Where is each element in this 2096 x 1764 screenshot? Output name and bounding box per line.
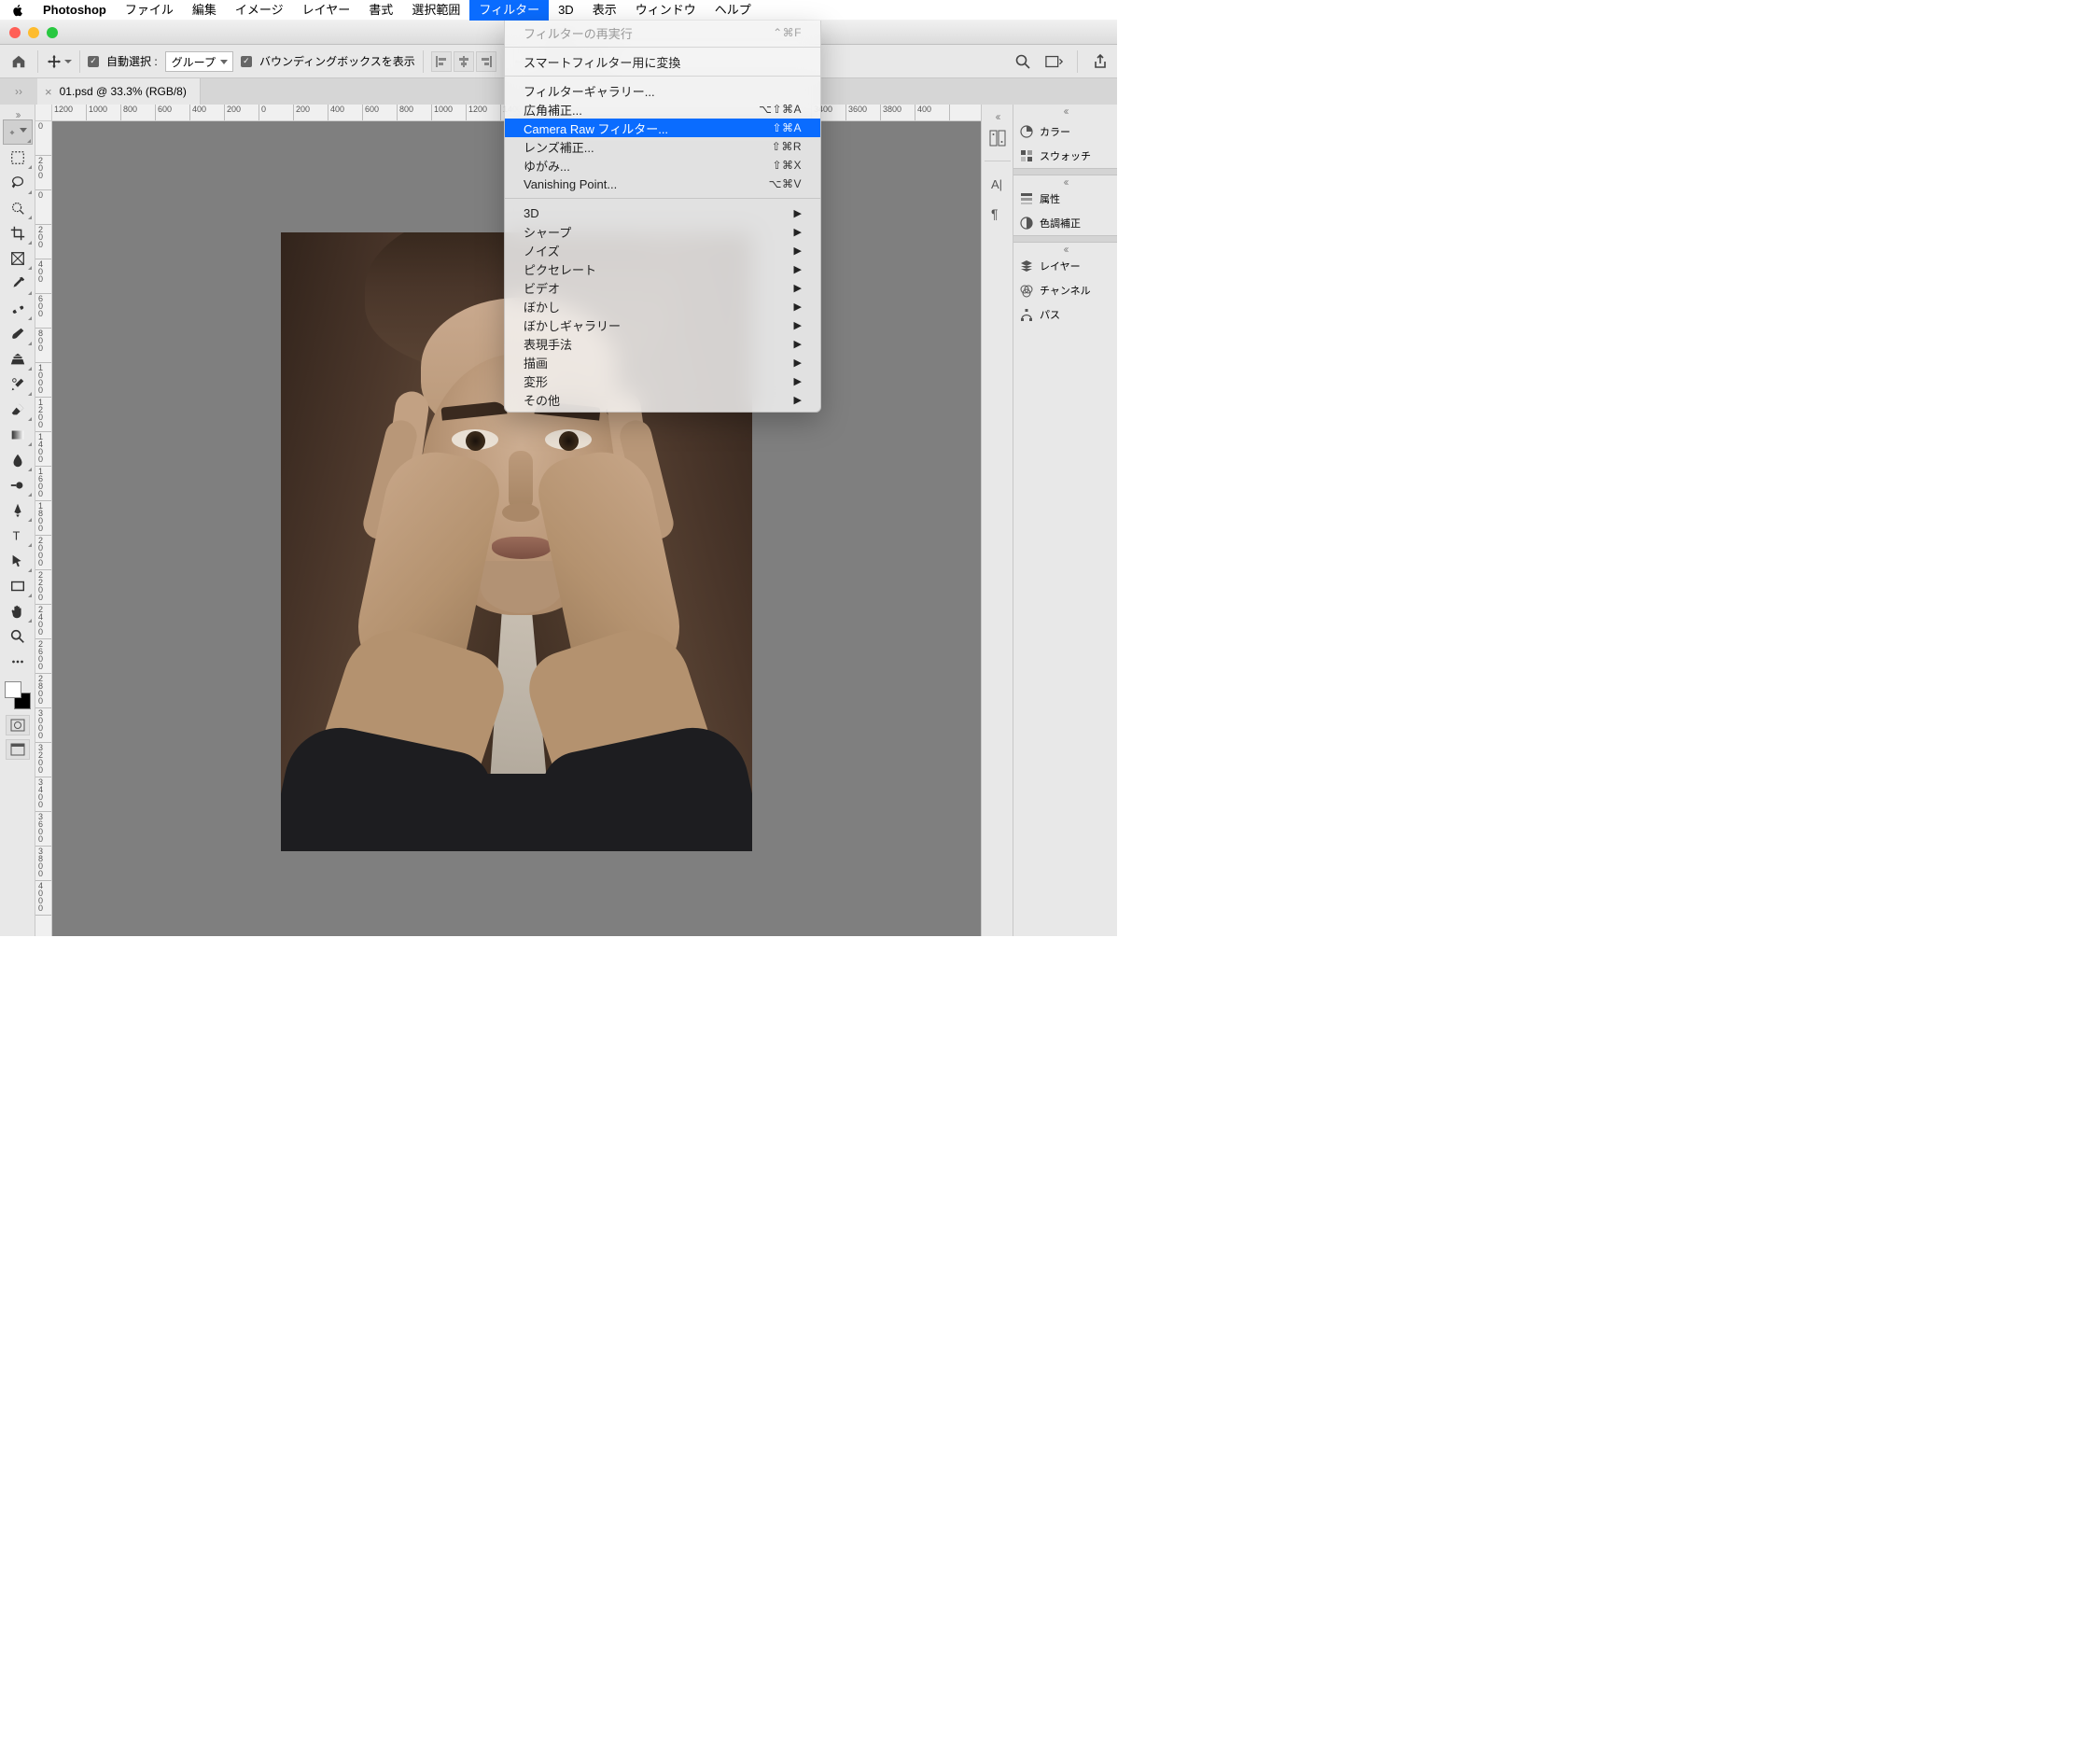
rectangle-tool[interactable] bbox=[3, 573, 33, 598]
quick-selection-tool[interactable] bbox=[3, 195, 33, 220]
menubar-item-8[interactable]: 表示 bbox=[583, 0, 626, 21]
menubar-item-6[interactable]: フィルター bbox=[469, 0, 549, 21]
document-tab[interactable]: × 01.psd @ 33.3% (RGB/8) bbox=[37, 78, 201, 105]
menu-item[interactable]: レンズ補正...⇧⌘R bbox=[505, 137, 820, 156]
zoom-tool[interactable] bbox=[3, 623, 33, 649]
tab-label: 01.psd @ 33.3% (RGB/8) bbox=[60, 85, 187, 98]
eyedropper-tool[interactable] bbox=[3, 271, 33, 296]
move-tool[interactable] bbox=[3, 119, 33, 145]
menu-item[interactable]: 変形▶ bbox=[505, 371, 820, 390]
auto-select-label: 自動選択 : bbox=[106, 53, 158, 69]
menubar-item-10[interactable]: ヘルプ bbox=[706, 0, 761, 21]
share-button[interactable] bbox=[1091, 52, 1110, 71]
panel-layers[interactable]: レイヤー bbox=[1013, 254, 1117, 278]
menu-item[interactable]: 描画▶ bbox=[505, 353, 820, 371]
layer-select-dropdown[interactable]: グループ bbox=[165, 51, 233, 72]
type-tool[interactable]: T bbox=[3, 523, 33, 548]
edit-toolbar-button[interactable] bbox=[3, 649, 33, 674]
menu-item[interactable]: ぼかしギャラリー▶ bbox=[505, 315, 820, 334]
menubar-item-4[interactable]: 書式 bbox=[359, 0, 402, 21]
frame-tool[interactable] bbox=[3, 245, 33, 271]
align-center-h-button[interactable] bbox=[454, 51, 474, 72]
panel-channels[interactable]: チャンネル bbox=[1013, 278, 1117, 302]
panel-color[interactable]: カラー bbox=[1013, 119, 1117, 144]
toolbox-handle[interactable]: ›› bbox=[16, 108, 20, 119]
home-button[interactable] bbox=[7, 50, 30, 73]
menubar-item-5[interactable]: 選択範囲 bbox=[402, 0, 469, 21]
menu-item[interactable]: Camera Raw フィルター...⇧⌘A bbox=[505, 119, 820, 137]
panel-swatches[interactable]: スウォッチ bbox=[1013, 144, 1117, 168]
icon-panel-1[interactable] bbox=[986, 127, 1009, 149]
menu-smart-filter[interactable]: スマートフィルター用に変換 bbox=[505, 52, 820, 71]
menu-item[interactable]: Vanishing Point...⌥⌘V bbox=[505, 175, 820, 193]
bounding-box-checkbox[interactable] bbox=[241, 56, 252, 67]
menubar-item-3[interactable]: レイヤー bbox=[293, 0, 360, 21]
align-left-button[interactable] bbox=[431, 51, 452, 72]
menu-item[interactable]: シャープ▶ bbox=[505, 222, 820, 241]
marquee-tool[interactable] bbox=[3, 145, 33, 170]
app-name[interactable]: Photoshop bbox=[34, 3, 116, 17]
auto-select-checkbox[interactable] bbox=[88, 56, 99, 67]
menu-item[interactable]: ビデオ▶ bbox=[505, 278, 820, 297]
menu-item[interactable]: ピクセレート▶ bbox=[505, 259, 820, 278]
svg-text:T: T bbox=[12, 529, 20, 542]
menu-item[interactable]: ぼかし▶ bbox=[505, 297, 820, 315]
menu-item[interactable]: その他▶ bbox=[505, 390, 820, 409]
history-brush-tool[interactable] bbox=[3, 371, 33, 397]
svg-text:¶: ¶ bbox=[991, 206, 999, 221]
color-swatches[interactable] bbox=[3, 679, 33, 711]
tab-handle[interactable]: ›› bbox=[0, 78, 37, 105]
brush-tool[interactable] bbox=[3, 321, 33, 346]
panel-dock-handle[interactable]: ‹‹ bbox=[996, 110, 999, 119]
panel-paths[interactable]: パス bbox=[1013, 302, 1117, 327]
tab-close-icon[interactable]: × bbox=[45, 85, 52, 99]
lasso-tool[interactable] bbox=[3, 170, 33, 195]
quick-mask-button[interactable] bbox=[6, 715, 30, 735]
align-buttons bbox=[431, 51, 496, 72]
menubar-item-1[interactable]: 編集 bbox=[183, 0, 226, 21]
healing-brush-tool[interactable] bbox=[3, 296, 33, 321]
apple-logo-icon[interactable] bbox=[11, 4, 24, 17]
menu-item[interactable]: 広角補正...⌥⇧⌘A bbox=[505, 100, 820, 119]
menubar-item-9[interactable]: ウィンドウ bbox=[626, 0, 706, 21]
clone-stamp-tool[interactable] bbox=[3, 346, 33, 371]
panel-properties[interactable]: 属性 bbox=[1013, 187, 1117, 211]
screen-mode-button[interactable] bbox=[6, 739, 30, 760]
menu-item[interactable]: 表現手法▶ bbox=[505, 334, 820, 353]
blur-tool[interactable] bbox=[3, 447, 33, 472]
bounding-box-label: バウンディングボックスを表示 bbox=[259, 53, 415, 69]
pen-tool[interactable] bbox=[3, 497, 33, 523]
menu-item[interactable]: フィルターギャラリー... bbox=[505, 81, 820, 100]
path-selection-tool[interactable] bbox=[3, 548, 33, 573]
eraser-tool[interactable] bbox=[3, 397, 33, 422]
crop-tool[interactable] bbox=[3, 220, 33, 245]
align-right-button[interactable] bbox=[476, 51, 496, 72]
menu-item[interactable]: 3D▶ bbox=[505, 203, 820, 222]
ruler-origin[interactable] bbox=[35, 105, 52, 121]
dodge-tool[interactable] bbox=[3, 472, 33, 497]
view-options-button[interactable] bbox=[1045, 52, 1064, 71]
search-button[interactable] bbox=[1013, 52, 1032, 71]
panel-adjustments[interactable]: 色調補正 bbox=[1013, 211, 1117, 235]
ruler-vertical[interactable]: 0200020040060080010001200140016001800200… bbox=[35, 121, 52, 936]
gradient-tool[interactable] bbox=[3, 422, 33, 447]
menubar-item-0[interactable]: ファイル bbox=[116, 0, 183, 21]
filter-menu: フィルターの再実行⌃⌘F スマートフィルター用に変換 フィルターギャラリー...… bbox=[504, 21, 821, 413]
panels-handle[interactable]: ‹‹ bbox=[1013, 105, 1117, 119]
move-tool-indicator[interactable] bbox=[46, 53, 72, 70]
menubar-item-7[interactable]: 3D bbox=[549, 0, 583, 21]
icon-panel-paragraph[interactable]: ¶ bbox=[986, 203, 1009, 225]
svg-text:A|: A| bbox=[991, 177, 1002, 191]
menubar-item-2[interactable]: イメージ bbox=[226, 0, 293, 21]
icon-panel-character[interactable]: A| bbox=[986, 173, 1009, 195]
menu-item[interactable]: ノイズ▶ bbox=[505, 241, 820, 259]
menu-last-filter: フィルターの再実行⌃⌘F bbox=[505, 23, 820, 42]
menu-item[interactable]: ゆがみ...⇧⌘X bbox=[505, 156, 820, 175]
hand-tool[interactable] bbox=[3, 598, 33, 623]
